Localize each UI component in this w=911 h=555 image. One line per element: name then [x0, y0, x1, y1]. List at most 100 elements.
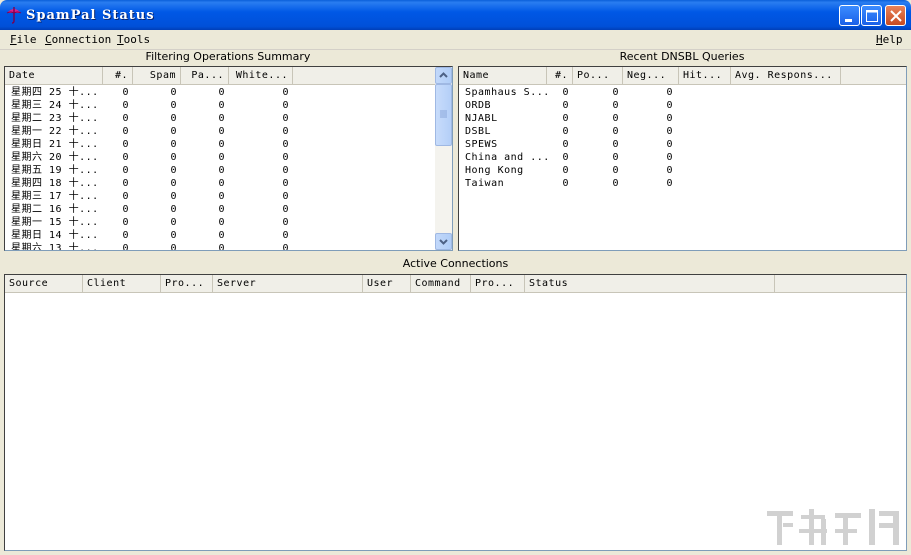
col-whitelisted[interactable]: White... — [229, 67, 293, 85]
filtering-scrollbar[interactable] — [435, 67, 452, 250]
filtering-date-cell: 星期二 16 十... — [11, 204, 99, 215]
filtering-row[interactable]: 星期一 22 十... 0 0 0 0 — [5, 125, 436, 138]
dnsbl-header: Name #. Po... Neg... Hit... Avg. Respons… — [459, 67, 906, 85]
dnsbl-row[interactable]: NJABL 0 0 0 — [459, 112, 906, 125]
menu-help[interactable]: Help — [876, 33, 903, 46]
filtering-value-cell: 0 — [170, 217, 177, 228]
col-date[interactable]: Date — [5, 67, 103, 85]
filtering-rows: 星期四 25 十... 0 0 0 0 星期三 24 十... 0 0 0 0 星期二 23 十..… — [5, 86, 436, 251]
menu-connection-accel: C — [45, 33, 52, 46]
filtering-value-cell: 0 — [282, 113, 289, 124]
col-spam[interactable]: Spam — [133, 67, 181, 85]
filtering-row[interactable]: 星期四 18 十... 0 0 0 0 — [5, 177, 436, 190]
filtering-row[interactable]: 星期日 21 十... 0 0 0 0 — [5, 138, 436, 151]
filtering-value-cell: 0 — [218, 152, 225, 163]
scroll-down-button[interactable] — [435, 233, 452, 250]
col-hits[interactable]: Hit... — [679, 67, 731, 85]
menu-connection[interactable]: Connection — [45, 33, 111, 46]
filtering-date-cell: 星期四 25 十... — [11, 87, 99, 98]
menu-file-accel: F — [10, 33, 17, 46]
minimize-icon — [845, 19, 852, 22]
col-source[interactable]: Source — [5, 275, 83, 293]
dnsbl-row[interactable]: DSBL 0 0 0 — [459, 125, 906, 138]
filtering-value-cell: 0 — [282, 204, 289, 215]
filtering-date-cell: 星期五 19 十... — [11, 165, 99, 176]
dnsbl-value-cell: 0 — [562, 139, 569, 150]
dnsbl-value-cell: 0 — [562, 152, 569, 163]
filtering-value-cell: 0 — [170, 165, 177, 176]
col-negative[interactable]: Neg... — [623, 67, 679, 85]
dnsbl-value-cell: 0 — [612, 113, 619, 124]
col-client-protocol[interactable]: Pro... — [161, 275, 213, 293]
dnsbl-value-cell: 0 — [666, 113, 673, 124]
vertical-splitter[interactable] — [453, 50, 457, 251]
filtering-row[interactable]: 星期二 16 十... 0 0 0 0 — [5, 203, 436, 216]
filtering-value-cell: 0 — [122, 243, 129, 251]
title-bar[interactable]: SpamPal Status — [0, 0, 911, 30]
menu-file[interactable]: File — [10, 33, 37, 46]
dnsbl-value-cell: 0 — [612, 139, 619, 150]
filtering-row[interactable]: 星期六 13 十... 0 0 0 0 — [5, 242, 436, 251]
filtering-value-cell: 0 — [122, 178, 129, 189]
dnsbl-row[interactable]: Spamhaus S... 0 0 0 — [459, 86, 906, 99]
filtering-date-cell: 星期一 15 十... — [11, 217, 99, 228]
col-count[interactable]: #. — [103, 67, 133, 85]
filtering-row[interactable]: 星期二 23 十... 0 0 0 0 — [5, 112, 436, 125]
filtering-value-cell: 0 — [218, 230, 225, 241]
col-server[interactable]: Server — [213, 275, 363, 293]
filtering-row[interactable]: 星期六 20 十... 0 0 0 0 — [5, 151, 436, 164]
filtering-date-cell: 星期六 13 十... — [11, 243, 99, 251]
filtering-row[interactable]: 星期三 17 十... 0 0 0 0 — [5, 190, 436, 203]
dnsbl-name-cell: SPEWS — [465, 139, 498, 150]
grip-icon — [440, 110, 447, 118]
col-command[interactable]: Command — [411, 275, 471, 293]
dnsbl-value-cell: 0 — [562, 113, 569, 124]
col-user[interactable]: User — [363, 275, 411, 293]
col-client[interactable]: Client — [83, 275, 161, 293]
filtering-value-cell: 0 — [218, 165, 225, 176]
col-status[interactable]: Status — [525, 275, 775, 293]
maximize-icon — [866, 10, 878, 22]
col-server-protocol[interactable]: Pro... — [471, 275, 525, 293]
dnsbl-row[interactable]: China and ... 0 0 0 — [459, 151, 906, 164]
dnsbl-value-cell: 0 — [562, 126, 569, 137]
filtering-value-cell: 0 — [122, 191, 129, 202]
col-queries[interactable]: #. — [547, 67, 573, 85]
menu-tools-label: ools — [123, 33, 151, 46]
col-avg-response[interactable]: Avg. Respons... — [731, 67, 841, 85]
filtering-value-cell: 0 — [282, 139, 289, 150]
filtering-value-cell: 0 — [282, 230, 289, 241]
filtering-list[interactable]: Date #. Spam Pa... White... 星期四 25 十... 0… — [4, 66, 453, 251]
dnsbl-row[interactable]: ORDB 0 0 0 — [459, 99, 906, 112]
dnsbl-row[interactable]: SPEWS 0 0 0 — [459, 138, 906, 151]
menu-tools[interactable]: Tools — [117, 33, 150, 46]
dnsbl-list[interactable]: Name #. Po... Neg... Hit... Avg. Respons… — [458, 66, 907, 251]
dnsbl-name-cell: Taiwan — [465, 178, 505, 189]
dnsbl-row[interactable]: Taiwan 0 0 0 — [459, 177, 906, 190]
filtering-row[interactable]: 星期一 15 十... 0 0 0 0 — [5, 216, 436, 229]
filtering-row[interactable]: 星期日 14 十... 0 0 0 0 — [5, 229, 436, 242]
filtering-value-cell: 0 — [218, 204, 225, 215]
minimize-button[interactable] — [839, 5, 860, 26]
filtering-row[interactable]: 星期四 25 十... 0 0 0 0 — [5, 86, 436, 99]
col-positive[interactable]: Po... — [573, 67, 623, 85]
filtering-value-cell: 0 — [282, 243, 289, 251]
filtering-row[interactable]: 星期五 19 十... 0 0 0 0 — [5, 164, 436, 177]
menu-bar: File Connection Tools Help — [0, 30, 911, 50]
dnsbl-value-cell: 0 — [612, 152, 619, 163]
scroll-up-button[interactable] — [435, 67, 452, 84]
dnsbl-name-cell: NJABL — [465, 113, 498, 124]
close-button[interactable] — [885, 5, 906, 26]
filtering-value-cell: 0 — [282, 217, 289, 228]
dnsbl-row[interactable]: Hong Kong 0 0 0 — [459, 164, 906, 177]
maximize-button[interactable] — [861, 5, 882, 26]
filtering-row[interactable]: 星期三 24 十... 0 0 0 0 — [5, 99, 436, 112]
dnsbl-rows: Spamhaus S... 0 0 0 ORDB 0 0 0 NJABL 0 0 0 DSBL 0 0 0 SP… — [459, 86, 906, 190]
col-passed[interactable]: Pa... — [181, 67, 229, 85]
col-name[interactable]: Name — [459, 67, 547, 85]
filtering-date-cell: 星期六 20 十... — [11, 152, 99, 163]
filtering-date-cell: 星期四 18 十... — [11, 178, 99, 189]
scroll-thumb[interactable] — [435, 84, 452, 146]
filtering-value-cell: 0 — [218, 126, 225, 137]
dnsbl-caption: Recent DNSBL Queries — [619, 50, 745, 63]
